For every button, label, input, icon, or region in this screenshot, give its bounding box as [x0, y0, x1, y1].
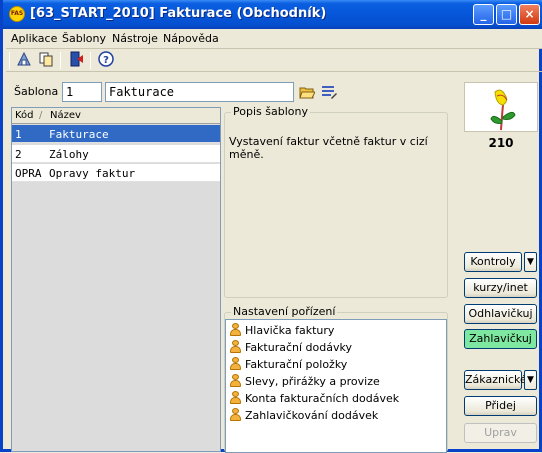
sablona-code-input[interactable]: 1: [62, 82, 102, 102]
description-group: Popis šablony Vystavení faktur včetně fa…: [224, 105, 448, 298]
main-window: FAS [63_START_2010] Fakturace (Obchodník…: [0, 0, 542, 453]
menu-nastroje[interactable]: Nástroje: [112, 32, 158, 45]
list-item[interactable]: OPRA Opravy faktur: [12, 164, 220, 182]
copy-icon[interactable]: [36, 51, 56, 70]
sort-indicator: /: [39, 110, 43, 121]
close-button[interactable]: ×: [519, 4, 540, 25]
menu-sablony[interactable]: Šablony: [62, 32, 106, 45]
sablona-label: Šablona :: [14, 85, 66, 98]
list-item[interactable]: 1 Fakturace: [12, 125, 220, 143]
edit-list-icon[interactable]: [321, 84, 337, 100]
settings-item[interactable]: Fakturační položky: [230, 357, 347, 374]
settings-list[interactable]: Hlavička faktury Fakturační dodávky Fakt…: [225, 319, 447, 453]
list-item[interactable]: 2 Zálohy: [12, 145, 220, 163]
user-icon: [230, 357, 241, 370]
toolbar: ?: [6, 49, 542, 72]
settings-item[interactable]: Hlavička faktury: [230, 323, 334, 340]
user-icon: [230, 391, 241, 404]
flower-logo: [464, 82, 538, 132]
row-code: OPRA: [15, 167, 42, 180]
logo-number: 210: [488, 136, 514, 150]
svg-text:?: ?: [103, 55, 109, 66]
settings-group: Nastavení pořízení Hlavička faktury Fakt…: [224, 305, 448, 453]
col-header-code[interactable]: Kód: [15, 110, 34, 121]
menu-aplikace[interactable]: Aplikace: [11, 32, 57, 45]
flower-icon: [490, 89, 516, 131]
odhlavickuj-button[interactable]: Odhlavičkuj: [464, 304, 537, 324]
zahlavickuj-button[interactable]: Zahlavičkuj: [464, 329, 537, 349]
exit-icon[interactable]: [66, 51, 86, 70]
menu-napoveda[interactable]: Nápověda: [163, 32, 219, 45]
settings-title: Nastavení pořízení: [231, 305, 338, 318]
settings-item[interactable]: Fakturační dodávky: [230, 340, 352, 357]
print-preview-icon[interactable]: [14, 51, 34, 70]
row-name: Fakturace: [49, 128, 109, 141]
col-header-name[interactable]: Název: [50, 110, 81, 121]
window-title: [63_START_2010] Fakturace (Obchodník): [30, 6, 327, 21]
user-icon: [230, 340, 241, 353]
template-list[interactable]: Kód / Název 1 Fakturace 2 Zálohy OPRA Op…: [11, 107, 221, 452]
kontroly-button[interactable]: Kontroly: [464, 252, 522, 272]
toolbar-separator: [90, 52, 91, 69]
app-logo-icon: FAS: [9, 6, 25, 22]
settings-item[interactable]: Zahlavičkování dodávek: [230, 408, 378, 425]
toolbar-separator: [9, 52, 10, 69]
minimize-button[interactable]: _: [473, 4, 494, 25]
help-icon[interactable]: ?: [96, 51, 116, 70]
row-name: Opravy faktur: [49, 167, 136, 180]
pridej-button[interactable]: Přidej: [464, 396, 537, 416]
zakaznicke-dropdown-button[interactable]: ▼: [524, 370, 537, 390]
zakaznicke-button[interactable]: Zákaznické: [464, 370, 527, 390]
kontroly-dropdown-button[interactable]: ▼: [524, 252, 537, 272]
settings-item[interactable]: Konta fakturačních dodávek: [230, 391, 399, 408]
title-bar[interactable]: FAS [63_START_2010] Fakturace (Obchodník…: [3, 0, 542, 29]
row-code: 2: [15, 148, 22, 161]
sablona-name-input[interactable]: Fakturace: [105, 82, 294, 102]
open-folder-icon[interactable]: [299, 84, 316, 100]
row-code: 1: [15, 128, 22, 141]
menu-bar: Aplikace Šablony Nástroje Nápověda: [6, 29, 542, 49]
user-icon: [230, 323, 241, 336]
user-icon: [230, 408, 241, 421]
uprav-button[interactable]: Uprav: [464, 423, 537, 443]
row-name: Zálohy: [49, 148, 89, 161]
list-header: Kód / Název: [12, 108, 220, 124]
toolbar-separator: [60, 52, 61, 69]
description-text: Vystavení faktur včetně faktur v cizí mě…: [229, 135, 428, 161]
settings-item[interactable]: Slevy, přirážky a provize: [230, 374, 380, 391]
kurzy-button[interactable]: kurzy/inet: [464, 278, 537, 298]
description-title: Popis šablony: [231, 105, 310, 118]
maximize-button[interactable]: □: [496, 4, 517, 25]
user-icon: [230, 374, 241, 387]
